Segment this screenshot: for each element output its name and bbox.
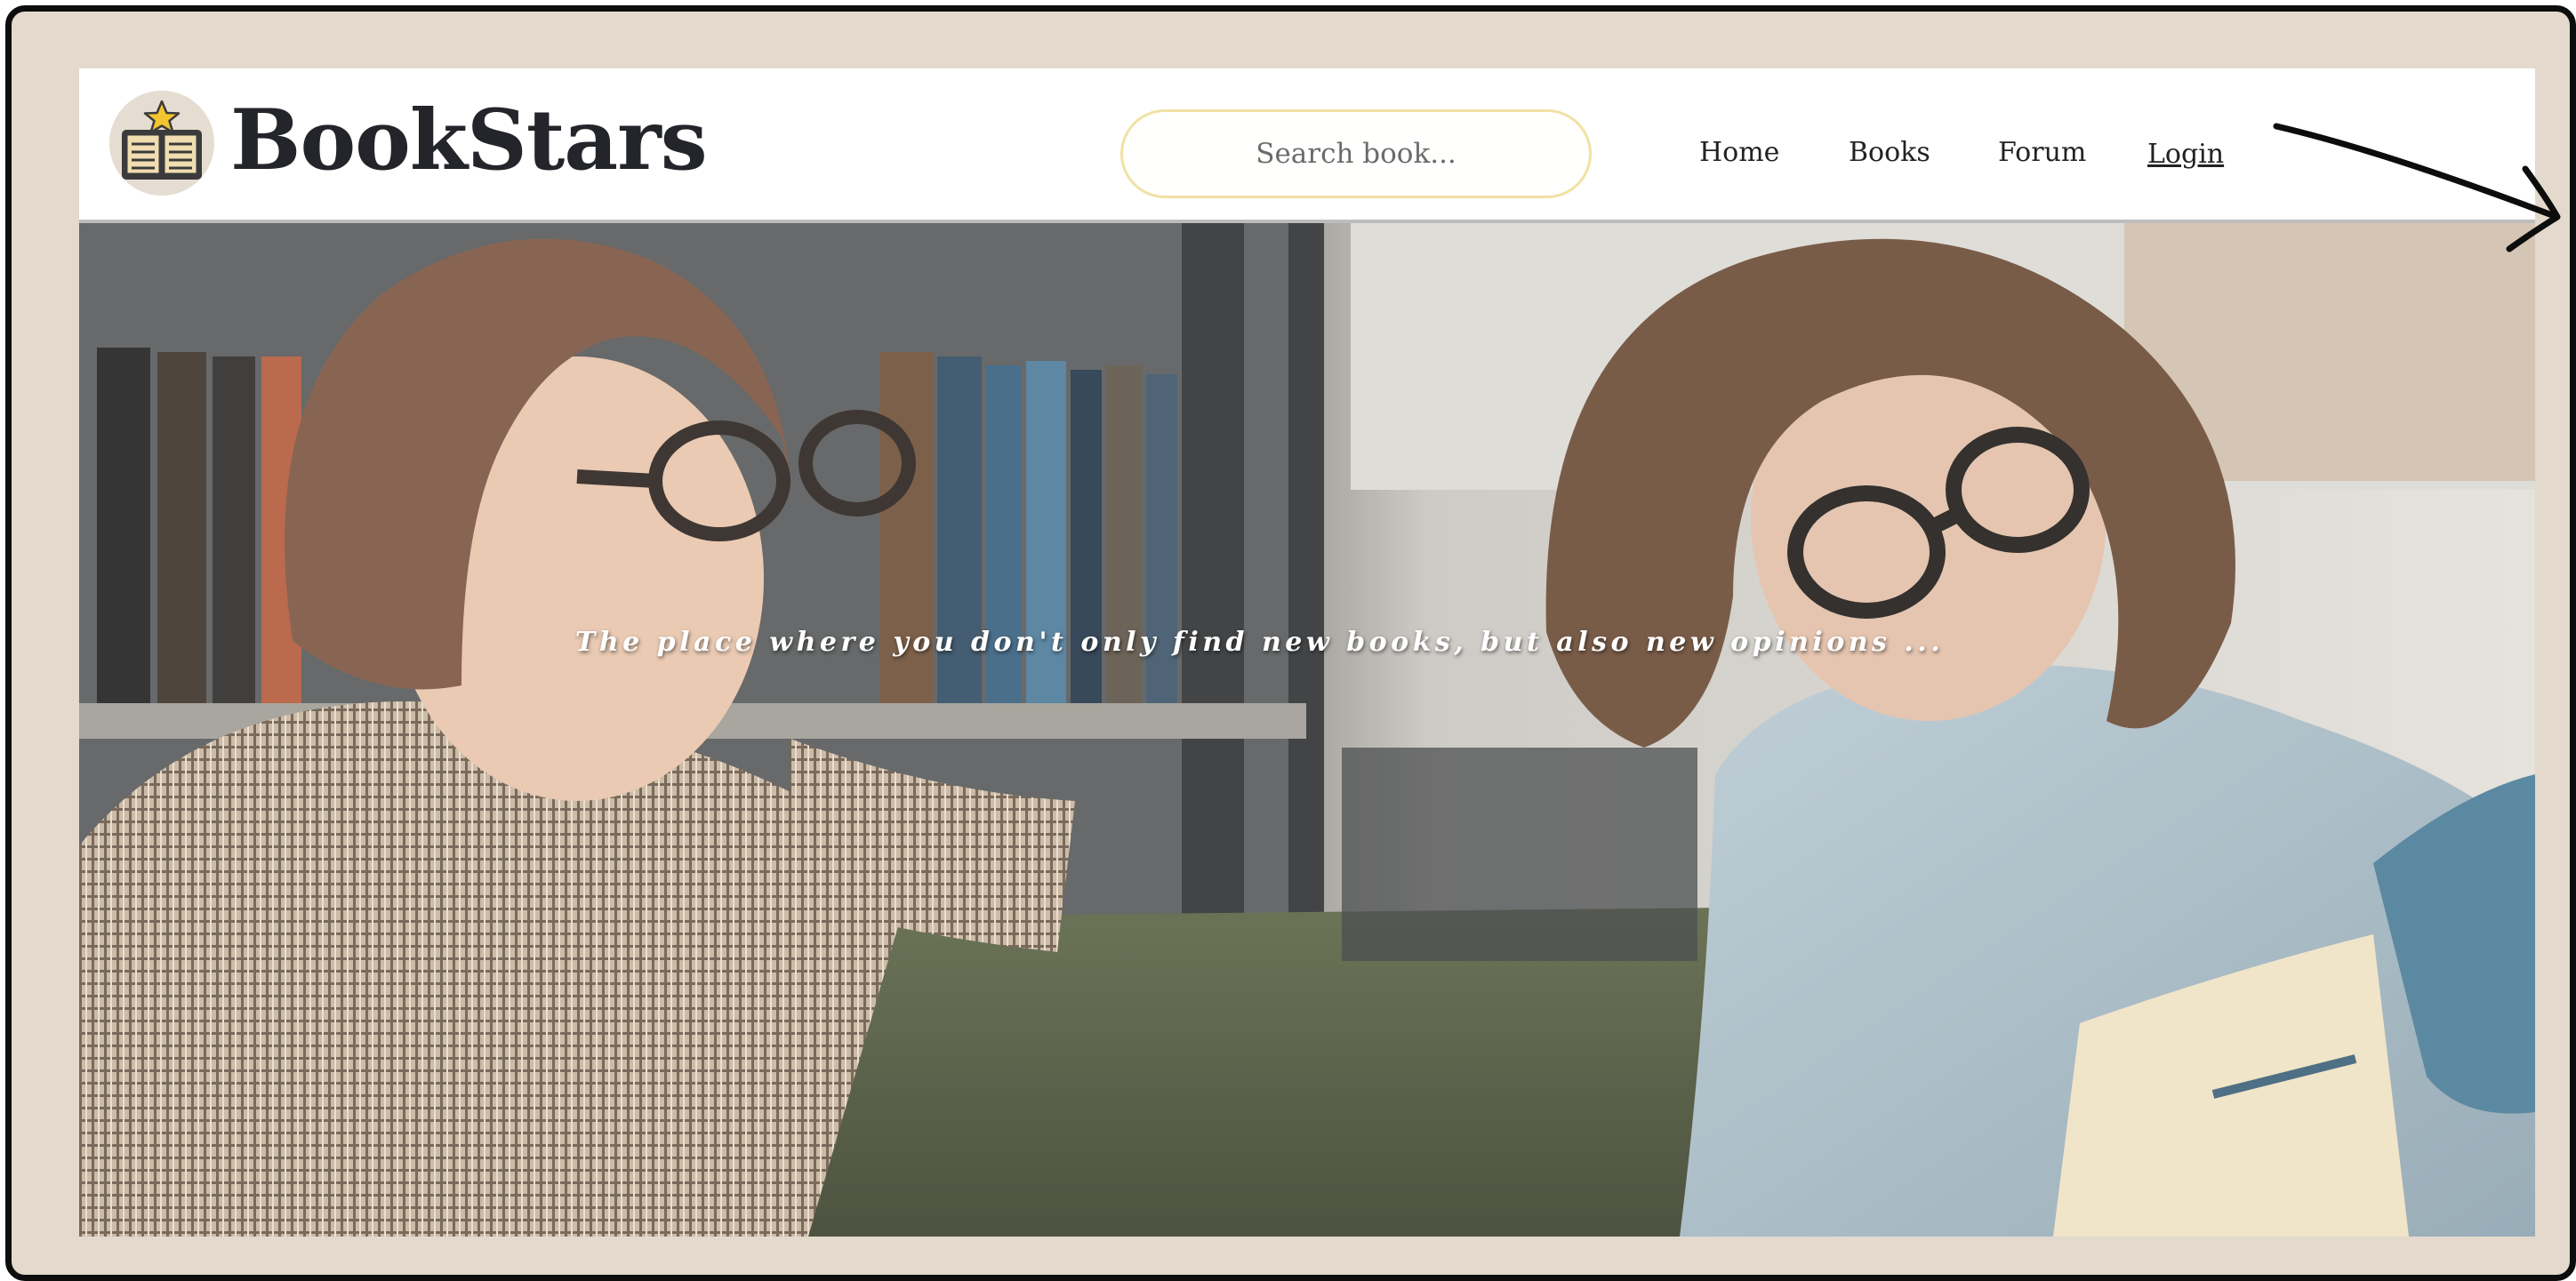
nav-books-link[interactable]: Books	[1849, 136, 1930, 170]
nav-login-link[interactable]: Login	[2147, 138, 2224, 172]
hero-photo	[79, 223, 2535, 1237]
book-star-icon[interactable]	[109, 91, 214, 196]
web-page: BookStars Home Books Forum Login	[79, 68, 2535, 1237]
hero-tagline: The place where you don't only find new …	[575, 627, 1945, 658]
hero-banner: The place where you don't only find new …	[79, 223, 2535, 1237]
screenshot-frame: BookStars Home Books Forum Login	[5, 5, 2576, 1281]
brand-name[interactable]: BookStars	[230, 92, 708, 189]
search-input[interactable]	[1120, 109, 1592, 198]
hand-drawn-arrow-icon	[2273, 123, 2561, 252]
navbar: BookStars Home Books Forum Login	[79, 68, 2535, 223]
nav-forum-link[interactable]: Forum	[1998, 136, 2086, 170]
nav-home-link[interactable]: Home	[1699, 136, 1779, 170]
